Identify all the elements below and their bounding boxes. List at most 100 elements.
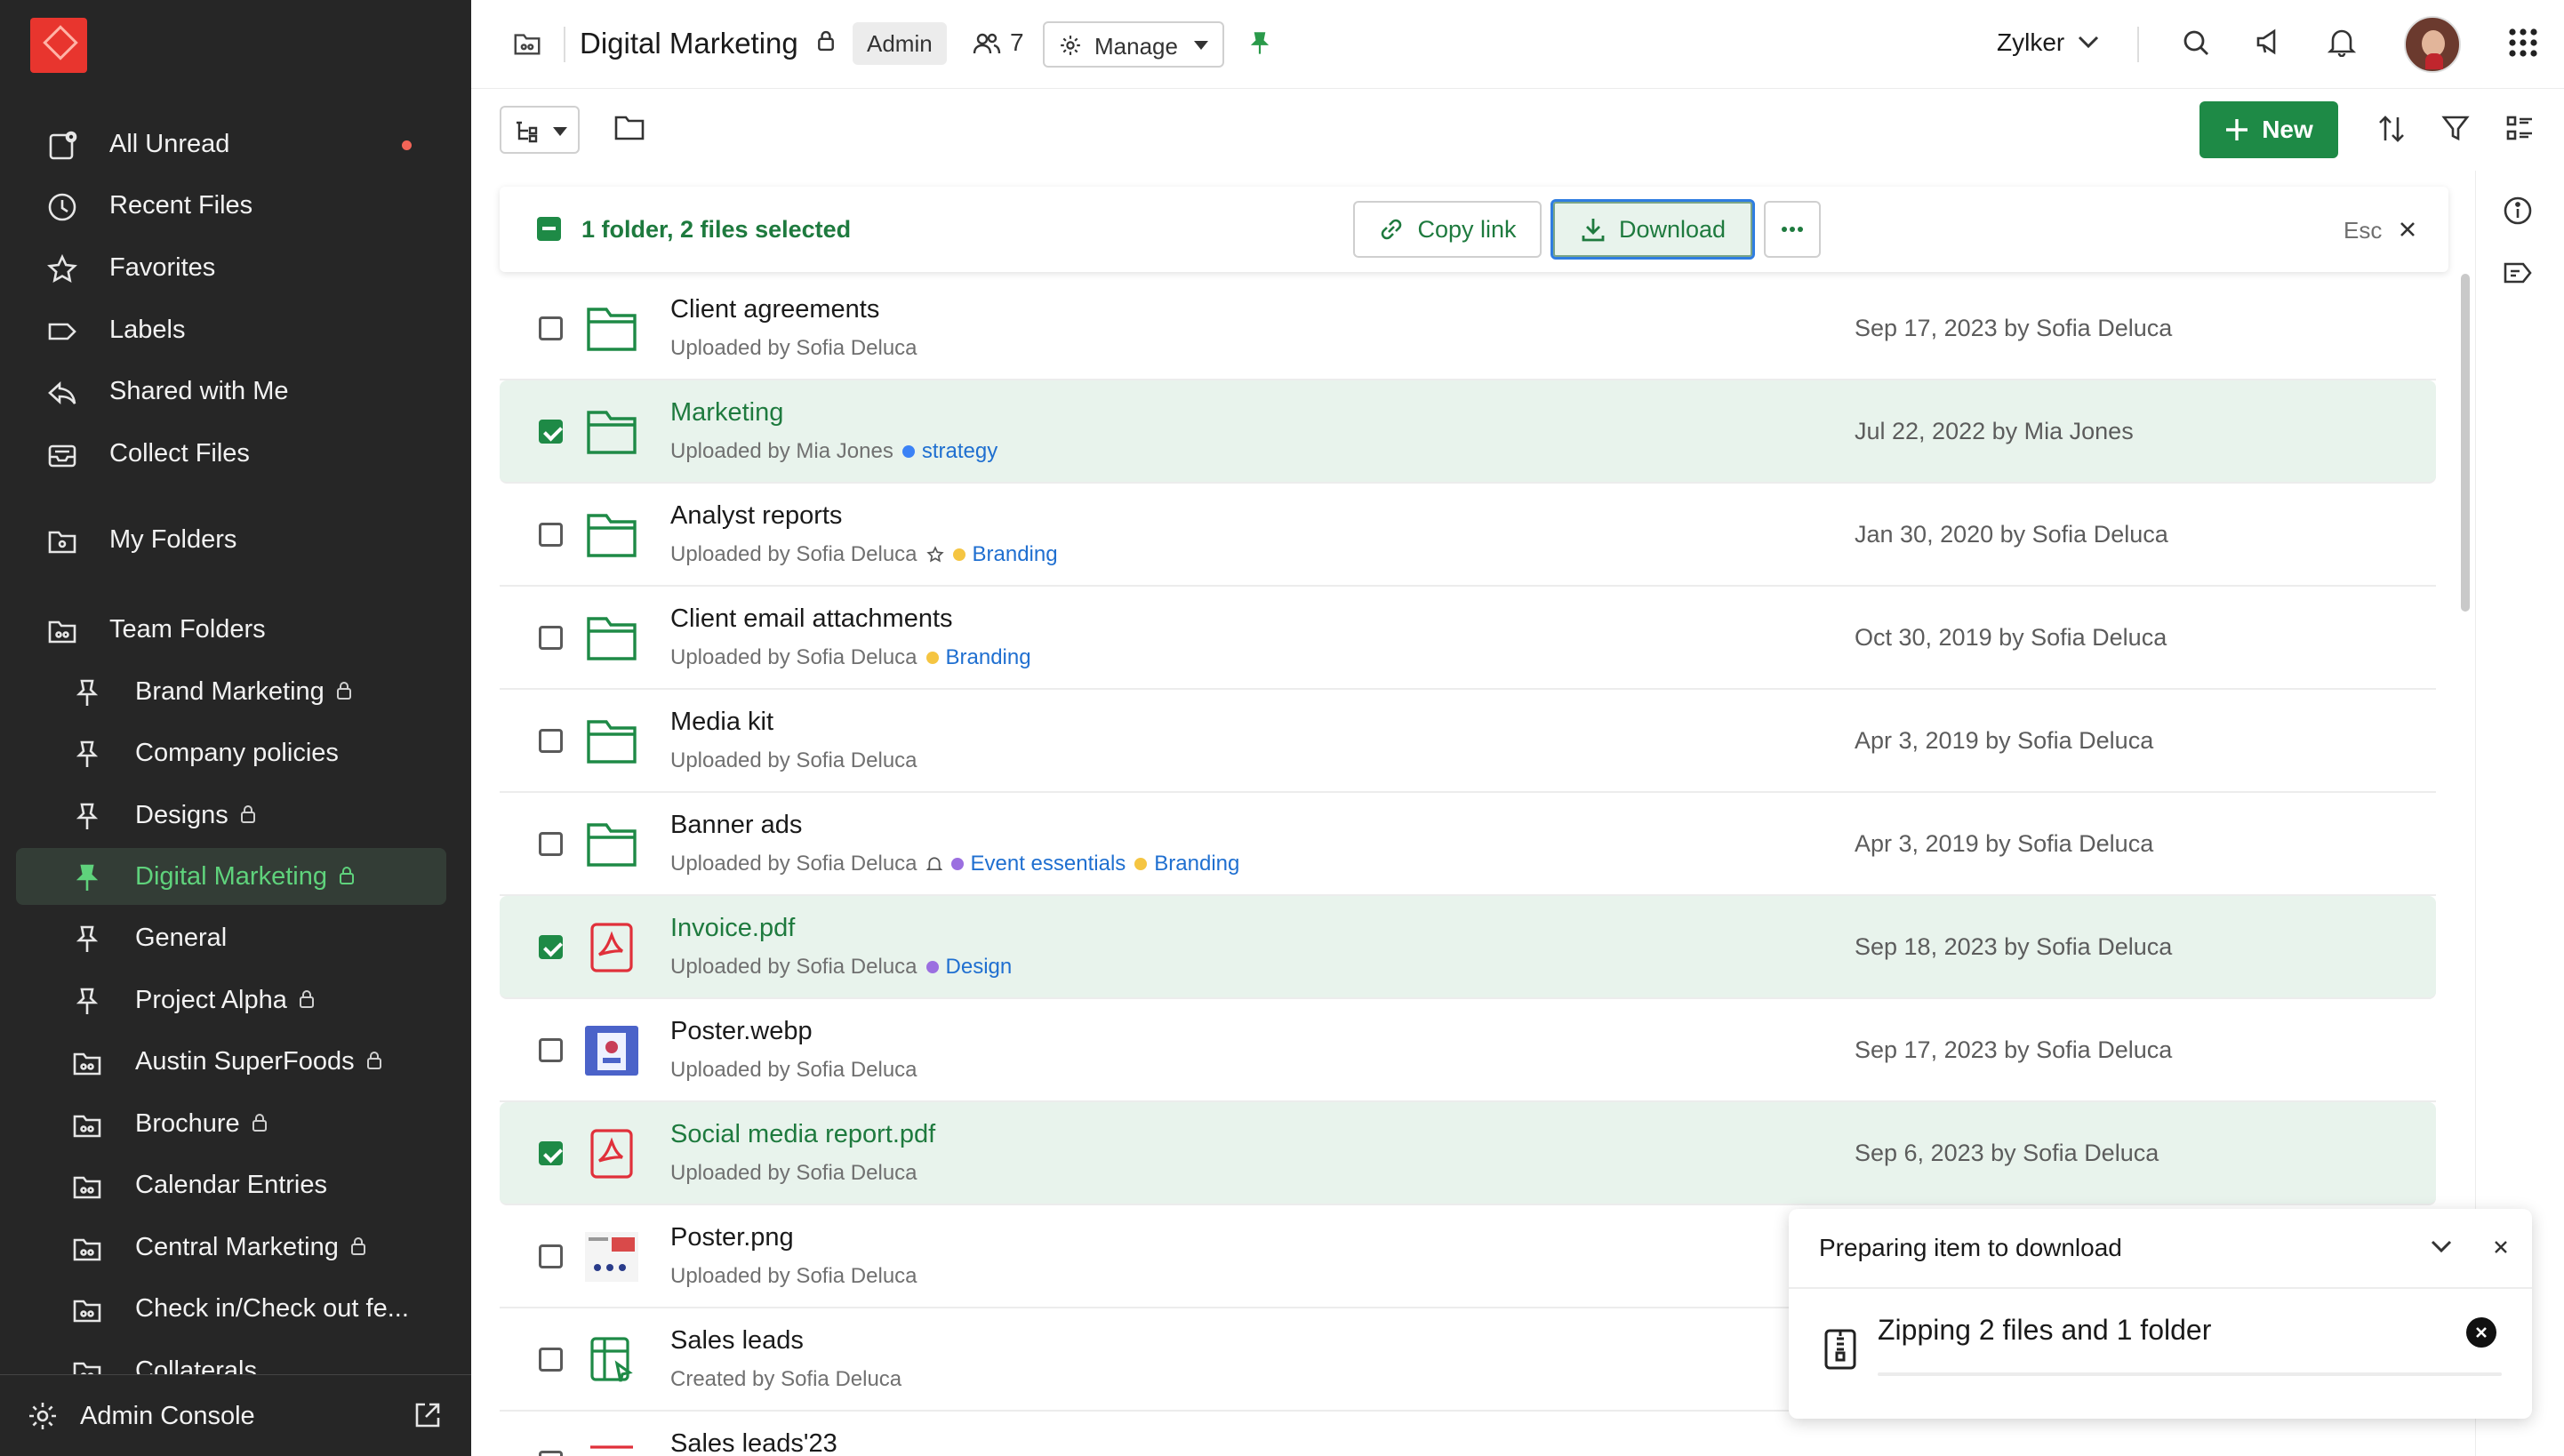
sidebar-item-designs[interactable]: Designs	[0, 787, 471, 844]
new-button[interactable]: New	[2199, 101, 2338, 158]
members-icon[interactable]	[973, 30, 1001, 57]
file-tag[interactable]: Design	[925, 955, 1013, 980]
file-name[interactable]: Social media report.pdf	[670, 1120, 935, 1149]
row-checkbox[interactable]	[539, 729, 563, 753]
file-tag[interactable]: strategy	[901, 439, 998, 464]
member-count[interactable]: 7	[1010, 28, 1024, 57]
close-icon[interactable]	[2399, 220, 2416, 238]
chevron-down-icon[interactable]	[2077, 34, 2100, 50]
file-tag[interactable]: Branding	[1134, 852, 1239, 876]
file-name[interactable]: Poster.png	[670, 1223, 794, 1252]
file-name[interactable]: Invoice.pdf	[670, 914, 795, 943]
tag-dot	[925, 961, 939, 973]
row-checkbox[interactable]	[539, 1348, 563, 1372]
download-button[interactable]: Download	[1550, 199, 1755, 260]
avatar[interactable]	[2404, 16, 2461, 73]
sidebar-item-project-alpha[interactable]: Project Alpha	[0, 972, 471, 1028]
info-icon[interactable]	[2503, 196, 2533, 226]
sidebar-item-label: Austin SuperFoods	[135, 1046, 355, 1076]
tag-dot	[901, 445, 915, 458]
row-checkbox[interactable]	[539, 316, 563, 340]
file-name[interactable]: Client email attachments	[670, 604, 953, 634]
search-icon[interactable]	[2182, 28, 2210, 57]
tag-label: Design	[945, 955, 1013, 979]
esc-hint: Esc	[2344, 217, 2383, 244]
pin-icon[interactable]	[1246, 28, 1273, 59]
sidebar-item-all-unread[interactable]: All Unread	[0, 116, 471, 172]
row-checkbox[interactable]	[539, 626, 563, 650]
file-row[interactable]: Media kit Uploaded by Sofia Deluca Apr 3, …	[500, 690, 2436, 793]
copy-link-button[interactable]: Copy link	[1353, 201, 1542, 258]
row-checkbox[interactable]	[539, 1038, 563, 1062]
file-tag[interactable]: Branding	[925, 645, 1031, 670]
file-tag[interactable]: Branding	[952, 542, 1058, 567]
zylker-logo-icon[interactable]	[30, 18, 87, 73]
sidebar-item-general[interactable]: General	[0, 909, 471, 966]
org-name[interactable]: Zylker	[1997, 28, 2064, 57]
file-name[interactable]: Sales leads'23	[670, 1429, 837, 1456]
file-row[interactable]: Client email attachments Uploaded by Sofi…	[500, 587, 2436, 690]
sidebar-item-austin-superfoods[interactable]: Austin SuperFoods	[0, 1033, 471, 1090]
row-checkbox[interactable]	[539, 1244, 563, 1268]
bell-icon[interactable]	[925, 855, 942, 873]
sidebar-item-digital-marketing[interactable]: Digital Marketing	[16, 848, 446, 905]
pdf-file-icon	[585, 1129, 638, 1179]
sidebar-item-collect-files[interactable]: Collect Files	[0, 425, 471, 482]
file-name[interactable]: Poster.webp	[670, 1017, 813, 1046]
open-external-icon[interactable]	[413, 1400, 443, 1430]
tree-view-dropdown[interactable]	[500, 106, 580, 154]
modified-date: Oct 30, 2019 by Sofia Deluca	[1855, 624, 2167, 651]
sidebar-item-calendar-entries[interactable]: Calendar Entries	[0, 1156, 471, 1213]
file-name[interactable]: Media kit	[670, 708, 773, 737]
scrollbar[interactable]	[2461, 274, 2470, 612]
row-checkbox[interactable]	[539, 1451, 563, 1456]
file-row[interactable]: Marketing Uploaded by Mia Jones strategy Ju…	[500, 380, 2436, 484]
file-name[interactable]: Marketing	[670, 398, 783, 428]
sidebar-item-labels[interactable]: Labels	[0, 301, 471, 358]
announcement-icon[interactable]	[2255, 27, 2285, 57]
file-name[interactable]: Banner ads	[670, 811, 802, 840]
apps-grid-icon[interactable]	[2507, 27, 2539, 59]
team-folder-icon[interactable]	[512, 28, 542, 59]
select-all-checkbox[interactable]	[537, 217, 561, 241]
label-edit-icon[interactable]	[2503, 260, 2533, 286]
list-view-icon[interactable]	[2505, 114, 2534, 142]
sidebar-item-my-folders[interactable]: My Folders	[0, 511, 471, 568]
bell-icon[interactable]	[2328, 27, 2356, 57]
file-tag[interactable]: Event essentials	[950, 852, 1126, 876]
sort-icon[interactable]	[2377, 114, 2406, 144]
file-name[interactable]: Analyst reports	[670, 501, 842, 531]
row-checkbox[interactable]	[539, 1141, 563, 1165]
sidebar-item-brand-marketing[interactable]: Brand Marketing	[0, 663, 471, 720]
filter-icon[interactable]	[2441, 114, 2470, 142]
manage-dropdown[interactable]: Manage	[1043, 21, 1224, 68]
sidebar-item-recent-files[interactable]: Recent Files	[0, 177, 471, 234]
sidebar-item-brochure[interactable]: Brochure	[0, 1095, 471, 1152]
chevron-down-icon[interactable]	[2431, 1239, 2452, 1253]
file-row[interactable]: Poster.webp Uploaded by Sofia Deluca Sep 1…	[500, 999, 2436, 1102]
file-row[interactable]: Banner ads Uploaded by Sofia Deluca Event …	[500, 793, 2436, 896]
row-checkbox[interactable]	[539, 832, 563, 856]
admin-console-bar[interactable]: Admin Console	[0, 1374, 471, 1456]
close-icon[interactable]	[2493, 1239, 2509, 1255]
row-checkbox[interactable]	[539, 420, 563, 444]
sidebar-item-favorites[interactable]: Favorites	[0, 239, 471, 296]
sidebar-item-central-marketing[interactable]: Central Marketing	[0, 1219, 471, 1276]
file-row[interactable]: Client agreements Uploaded by Sofia Deluc…	[500, 277, 2436, 380]
file-row[interactable]: Analyst reports Uploaded by Sofia Deluca B…	[500, 484, 2436, 587]
new-button-label: New	[2262, 116, 2313, 143]
sidebar-item-shared-with-me[interactable]: Shared with Me	[0, 363, 471, 420]
file-row[interactable]: Invoice.pdf Uploaded by Sofia Deluca Desig…	[500, 896, 2436, 999]
sidebar-item-company-policies[interactable]: Company policies	[0, 724, 471, 781]
sidebar-item-team-folders[interactable]: Team Folders	[0, 601, 471, 658]
file-name[interactable]: Sales leads	[670, 1326, 804, 1356]
row-checkbox[interactable]	[539, 935, 563, 959]
row-checkbox[interactable]	[539, 523, 563, 547]
folder-icon[interactable]	[613, 114, 645, 142]
file-row[interactable]: Social media report.pdf Uploaded by Sofia…	[500, 1102, 2436, 1205]
cancel-download-button[interactable]	[2466, 1317, 2496, 1348]
more-actions-button[interactable]	[1764, 201, 1821, 258]
star-icon[interactable]	[925, 546, 944, 564]
file-name[interactable]: Client agreements	[670, 295, 879, 324]
sidebar-item-check-in-check-out[interactable]: Check in/Check out fe...	[0, 1280, 471, 1337]
